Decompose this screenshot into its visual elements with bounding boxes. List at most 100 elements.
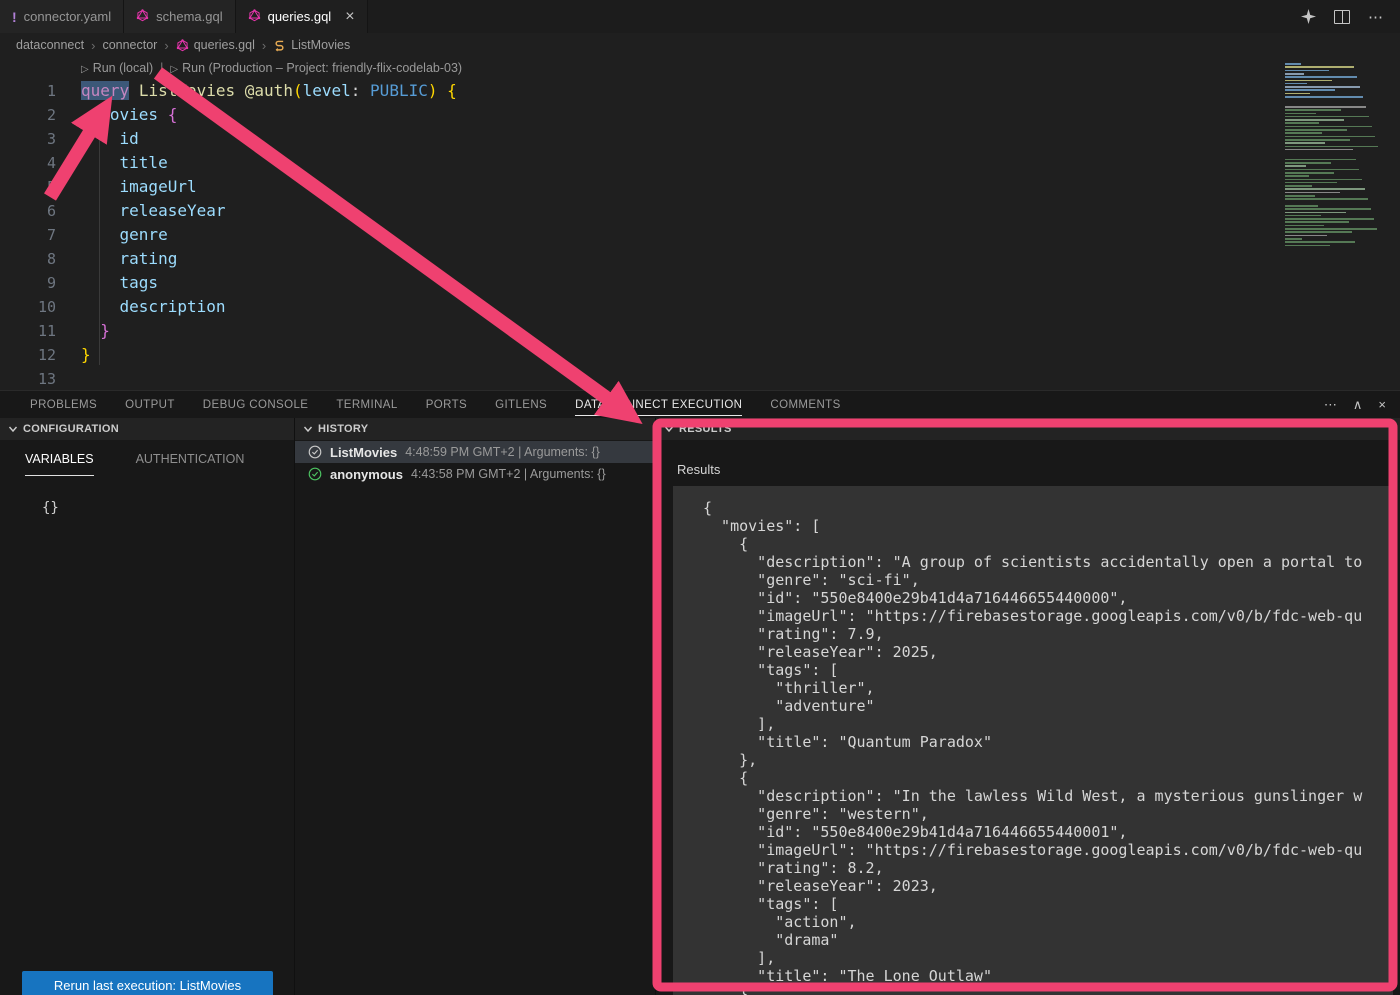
- panel-close-icon[interactable]: ×: [1378, 397, 1386, 412]
- results-header[interactable]: RESULTS: [656, 418, 1400, 440]
- panel-tab-terminal[interactable]: TERMINAL: [336, 394, 397, 416]
- breadcrumb-item-connector[interactable]: connector: [102, 38, 157, 52]
- line-number: 1: [0, 79, 56, 103]
- history-entry-name: anonymous: [330, 467, 403, 482]
- history-header[interactable]: HISTORY: [295, 418, 656, 440]
- results-json: { "movies": [ { "description": "A group …: [673, 486, 1393, 995]
- results-json-block[interactable]: { "movies": [ { "description": "A group …: [673, 486, 1393, 995]
- panel-tab-gitlens[interactable]: GITLENS: [495, 394, 547, 416]
- graphql-icon: [176, 39, 189, 52]
- graphql-icon: [136, 9, 149, 25]
- history-entry-meta: 4:48:59 PM GMT+2 | Arguments: {}: [405, 445, 600, 459]
- code-lines: 1query ListMovies @auth(level: PUBLIC) {…: [0, 79, 1400, 391]
- panel-tab-ports[interactable]: PORTS: [426, 394, 467, 416]
- tab-schema-gql[interactable]: schema.gql: [124, 0, 235, 33]
- split-editor-icon[interactable]: [1334, 10, 1350, 24]
- breadcrumb-item-queries-gql[interactable]: queries.gql: [176, 38, 255, 52]
- panel-tab-problems[interactable]: PROBLEMS: [30, 394, 97, 416]
- code-editor[interactable]: ▷Run (local) | ▷Run (Production – Projec…: [0, 57, 1400, 390]
- line-number: 6: [0, 199, 56, 223]
- panel-maximize-icon[interactable]: ∧: [1353, 397, 1363, 413]
- play-icon: ▷: [81, 64, 89, 75]
- line-number: 7: [0, 223, 56, 247]
- panel-tab-data-connect-execution[interactable]: DATA CONNECT EXECUTION: [575, 394, 742, 416]
- line-number: 12: [0, 343, 56, 367]
- codelens-row: ▷Run (local) | ▷Run (Production – Projec…: [0, 57, 1400, 79]
- code-line-12: 12}: [0, 343, 1400, 367]
- indent-guide: [99, 125, 100, 365]
- code-line-9: 9 tags: [0, 271, 1400, 295]
- code-line-3: 3 id: [0, 127, 1400, 151]
- rerun-button[interactable]: Rerun last execution: ListMovies: [22, 971, 273, 995]
- panel-tab-debug-console[interactable]: DEBUG CONSOLE: [203, 394, 309, 416]
- chevron-down-icon: [664, 424, 674, 434]
- tab-label: queries.gql: [268, 9, 332, 24]
- chevron-down-icon: [8, 424, 18, 434]
- variables-value[interactable]: {}: [0, 476, 294, 516]
- sparkle-icon[interactable]: [1301, 9, 1316, 24]
- vscode-window: ! connector.yaml schema.gql queries.gql …: [0, 0, 1400, 995]
- run-production-link[interactable]: ▷Run (Production – Project: friendly-fli…: [170, 61, 462, 75]
- panel-tab-output[interactable]: OUTPUT: [125, 394, 175, 416]
- panel-actions: ⋯ ∧ ×: [1324, 391, 1386, 418]
- breadcrumb-separator: ›: [262, 38, 266, 53]
- configuration-tabs: VARIABLES AUTHENTICATION: [0, 440, 294, 476]
- code-line-7: 7 genre: [0, 223, 1400, 247]
- minimap[interactable]: [1283, 59, 1400, 259]
- configuration-section: CONFIGURATION VARIABLES AUTHENTICATION {…: [0, 418, 294, 995]
- code-line-13: 13: [0, 367, 1400, 391]
- tab-queries-gql[interactable]: queries.gql ×: [236, 0, 368, 33]
- history-section: HISTORY ListMovies 4:48:59 PM GMT+2 | Arg…: [294, 418, 656, 995]
- line-number: 13: [0, 367, 56, 391]
- panel-body: CONFIGURATION VARIABLES AUTHENTICATION {…: [0, 418, 1400, 995]
- code-line-10: 10 description: [0, 295, 1400, 319]
- history-entry-listmovies[interactable]: ListMovies 4:48:59 PM GMT+2 | Arguments: …: [295, 441, 656, 463]
- configuration-header[interactable]: CONFIGURATION: [0, 418, 294, 440]
- breadcrumb: dataconnect›connector›queries.gql›ListMo…: [0, 33, 1400, 57]
- panel-tab-comments[interactable]: COMMENTS: [770, 394, 840, 416]
- line-number: 5: [0, 175, 56, 199]
- line-number: 9: [0, 271, 56, 295]
- codelens-separator: |: [160, 61, 163, 75]
- graphql-icon: [248, 9, 261, 25]
- code-line-6: 6 releaseYear: [0, 199, 1400, 223]
- breadcrumb-item-listmovies[interactable]: ListMovies: [273, 38, 350, 52]
- panel-tab-bar: PROBLEMS OUTPUT DEBUG CONSOLE TERMINAL PORTS…: [0, 391, 1400, 418]
- line-number: 8: [0, 247, 56, 271]
- play-icon: ▷: [170, 64, 178, 75]
- tab-variables[interactable]: VARIABLES: [25, 452, 94, 476]
- line-number: 11: [0, 319, 56, 343]
- line-number: 4: [0, 151, 56, 175]
- run-local-link[interactable]: ▷Run (local): [81, 61, 153, 75]
- tab-authentication[interactable]: AUTHENTICATION: [136, 452, 245, 476]
- code-line-1: 1query ListMovies @auth(level: PUBLIC) {: [0, 79, 1400, 103]
- tab-label: connector.yaml: [24, 9, 111, 24]
- close-tab-icon[interactable]: ×: [345, 9, 354, 25]
- operation-icon: [273, 39, 286, 52]
- check-circle-icon: [308, 445, 322, 459]
- code-line-2: 2 movies {: [0, 103, 1400, 127]
- code-line-4: 4 title: [0, 151, 1400, 175]
- editor-actions: ⋯: [1301, 0, 1400, 33]
- line-number: 2: [0, 103, 56, 127]
- results-label: Results: [656, 440, 1400, 477]
- breadcrumb-separator: ›: [164, 38, 168, 53]
- history-entry-meta: 4:43:58 PM GMT+2 | Arguments: {}: [411, 467, 606, 481]
- tab-connector-yaml[interactable]: ! connector.yaml: [0, 0, 124, 33]
- yaml-warning-icon: !: [12, 9, 17, 25]
- history-entry-name: ListMovies: [330, 445, 397, 460]
- check-circle-icon: [308, 467, 322, 481]
- results-section: RESULTS Results { "movies": [ { "descrip…: [655, 418, 1400, 995]
- panel-more-icon[interactable]: ⋯: [1324, 397, 1337, 413]
- history-rows: ListMovies 4:48:59 PM GMT+2 | Arguments: …: [295, 440, 656, 485]
- bottom-panel: PROBLEMS OUTPUT DEBUG CONSOLE TERMINAL PORTS…: [0, 390, 1400, 995]
- line-number: 10: [0, 295, 56, 319]
- line-number: 3: [0, 127, 56, 151]
- breadcrumb-item-dataconnect[interactable]: dataconnect: [16, 38, 84, 52]
- tab-label: schema.gql: [156, 9, 222, 24]
- more-actions-icon[interactable]: ⋯: [1368, 8, 1384, 26]
- editor-tab-bar: ! connector.yaml schema.gql queries.gql …: [0, 0, 1400, 33]
- code-line-5: 5 imageUrl: [0, 175, 1400, 199]
- history-entry-anonymous[interactable]: anonymous 4:43:58 PM GMT+2 | Arguments: {…: [295, 463, 656, 485]
- code-line-8: 8 rating: [0, 247, 1400, 271]
